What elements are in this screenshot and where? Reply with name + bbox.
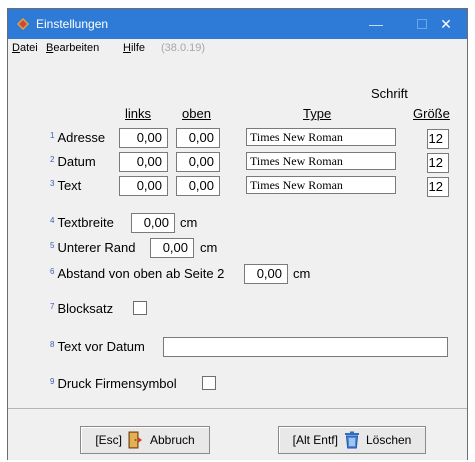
druck-firmensymbol-label: 9 Druck Firmensymbol bbox=[50, 376, 177, 391]
blocksatz-label: 7 Blocksatz bbox=[50, 301, 114, 316]
abbruch-key-label: [Esc] bbox=[95, 433, 122, 447]
close-button[interactable]: ✕ bbox=[423, 9, 469, 39]
adresse-links-input[interactable]: 0,00 bbox=[119, 128, 168, 148]
text-vor-datum-input[interactable] bbox=[163, 337, 448, 357]
column-header-groesse: Größe bbox=[413, 106, 450, 121]
row-label-adresse: 1 Adresse bbox=[50, 130, 106, 145]
section-title-schrift: Schrift bbox=[371, 86, 408, 101]
datum-oben-input[interactable]: 0,00 bbox=[176, 152, 220, 172]
version-label: (38.0.19) bbox=[161, 42, 206, 54]
unterer-rand-input[interactable]: 0,00 bbox=[150, 238, 194, 258]
app-icon bbox=[17, 18, 29, 30]
abstand-input[interactable]: 0,00 bbox=[244, 264, 288, 284]
menu-bearbeiten[interactable]: Bearbeiten bbox=[46, 42, 99, 54]
title-bar[interactable]: Einstellungen — ✕ bbox=[8, 9, 467, 39]
column-header-links: links bbox=[125, 106, 152, 121]
abbruch-label: Abbruch bbox=[149, 433, 195, 447]
abstand-unit: cm bbox=[293, 266, 311, 281]
screen: Einstellungen — ✕ Datei Bearbeiten Hilfe… bbox=[0, 0, 475, 462]
minimize-button[interactable]: — bbox=[353, 9, 399, 39]
loeschen-label: Löschen bbox=[365, 433, 412, 447]
textbreite-input[interactable]: 0,00 bbox=[131, 213, 175, 233]
text-oben-input[interactable]: 0,00 bbox=[176, 176, 220, 196]
blocksatz-checkbox[interactable] bbox=[133, 301, 147, 315]
abbruch-button[interactable]: [Esc] Abbruch bbox=[80, 426, 210, 454]
abstand-label: 6 Abstand von oben ab Seite 2 bbox=[50, 266, 225, 281]
loeschen-key-label: [Alt Entf] bbox=[292, 433, 338, 447]
unterer-rand-unit: cm bbox=[200, 240, 218, 255]
trash-icon bbox=[344, 431, 359, 449]
druck-firmensymbol-checkbox[interactable] bbox=[202, 376, 216, 390]
text-size-input[interactable]: 12 bbox=[427, 177, 449, 197]
adresse-type-input[interactable]: Times New Roman bbox=[246, 128, 396, 146]
row-label-datum: 2 Datum bbox=[50, 154, 96, 169]
datum-type-input[interactable]: Times New Roman bbox=[246, 152, 396, 170]
menu-hilfe[interactable]: Hilfe bbox=[123, 42, 145, 54]
text-vor-datum-label: 8 Text vor Datum bbox=[50, 339, 145, 354]
column-header-oben: oben bbox=[182, 106, 211, 121]
text-links-input[interactable]: 0,00 bbox=[119, 176, 168, 196]
window-title: Einstellungen bbox=[36, 17, 109, 31]
adresse-size-input[interactable]: 12 bbox=[427, 129, 449, 149]
menu-datei[interactable]: Datei bbox=[12, 42, 38, 54]
text-type-input[interactable]: Times New Roman bbox=[246, 176, 396, 194]
datum-size-input[interactable]: 12 bbox=[427, 153, 449, 173]
settings-form: Schrift links oben Type Größe 1 Adresse 0… bbox=[8, 58, 467, 460]
button-area-divider bbox=[8, 408, 467, 409]
row-label-text: 3 Text bbox=[50, 178, 82, 193]
menu-bar: Datei Bearbeiten Hilfe (38.0.19) bbox=[8, 39, 467, 58]
loeschen-button[interactable]: [Alt Entf] Löschen bbox=[278, 426, 426, 454]
textbreite-unit: cm bbox=[180, 215, 198, 230]
settings-window: Einstellungen — ✕ Datei Bearbeiten Hilfe… bbox=[7, 8, 468, 460]
textbreite-label: 4 Textbreite bbox=[50, 215, 114, 230]
exit-door-icon bbox=[128, 431, 142, 449]
column-header-type: Type bbox=[303, 106, 332, 121]
datum-links-input[interactable]: 0,00 bbox=[119, 152, 168, 172]
unterer-rand-label: 5 Unterer Rand bbox=[50, 240, 136, 255]
adresse-oben-input[interactable]: 0,00 bbox=[176, 128, 220, 148]
